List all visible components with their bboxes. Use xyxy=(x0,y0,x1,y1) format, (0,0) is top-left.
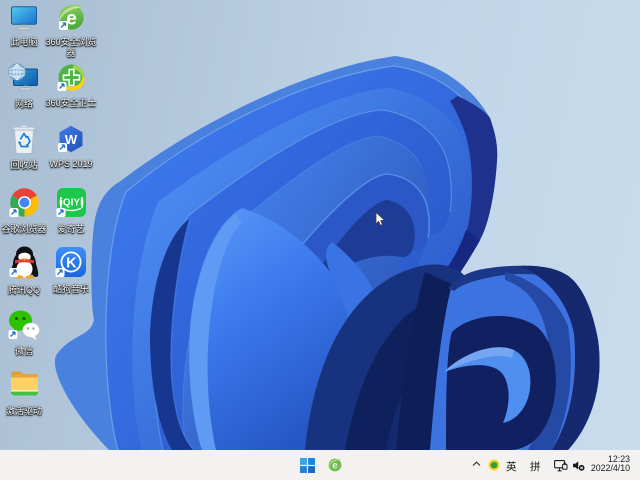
svg-text:e: e xyxy=(332,461,338,472)
svg-text:K: K xyxy=(66,256,77,272)
svg-text:iQIYI: iQIYI xyxy=(60,198,83,209)
